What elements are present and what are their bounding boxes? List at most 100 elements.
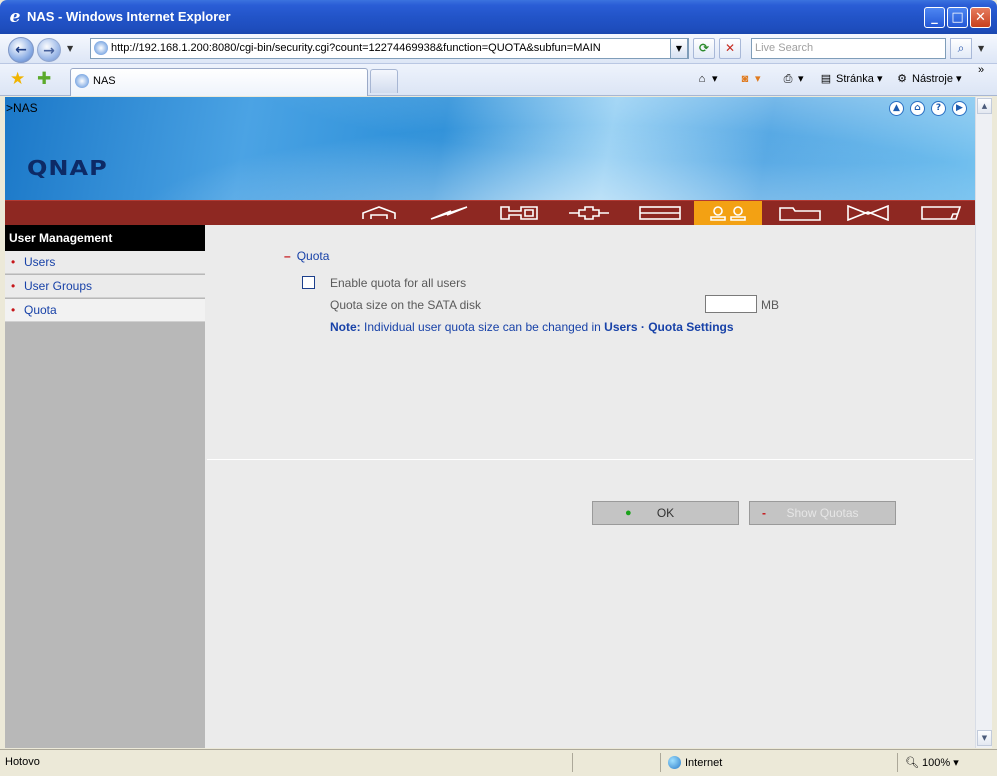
page-viewport: >NAS QNAP ▲ ⌂ ? ▶ User Management • User… (5, 97, 975, 748)
close-button[interactable]: ✕ (970, 7, 991, 28)
nav-home[interactable] (345, 201, 413, 225)
stop-icon[interactable]: ✕ (719, 38, 741, 59)
toolbar-overflow[interactable]: » (978, 64, 984, 76)
banner-wave (5, 97, 975, 200)
nav-share-folder[interactable] (765, 201, 833, 225)
note-link-users[interactable]: Users (604, 320, 637, 334)
bullet-icon: • (11, 303, 16, 317)
home-nav-icon (362, 206, 396, 219)
security-zone[interactable]: Internet (668, 756, 722, 769)
quota-panel: – Quota Enable quota for all users Quota … (205, 225, 975, 748)
nav-device[interactable] (555, 201, 623, 225)
nav-disk[interactable] (625, 201, 693, 225)
tab-toolbar: ★ ✚ NAS ⌂ ▾ ◙ ▾ ⎙ ▾ ▤ Stránka ▾ ⚙ Nástroje ▾ … (0, 64, 997, 96)
collapse-icon[interactable]: – (284, 249, 291, 263)
next-icon[interactable]: ▶ (952, 101, 967, 116)
sidebar-item-label: Quota (24, 303, 57, 317)
zone-label: Internet (685, 757, 723, 769)
quota-size-input[interactable] (705, 295, 757, 313)
help-icon[interactable]: ? (931, 101, 946, 116)
enable-quota-checkbox[interactable] (302, 276, 315, 289)
feeds-icon[interactable]: ◙ ▾ (737, 72, 761, 85)
page-menu[interactable]: ▤ Stránka ▾ (818, 72, 883, 85)
section-title-text: Quota (296, 249, 330, 263)
up-icon[interactable]: ▲ (889, 101, 904, 116)
maximize-button[interactable]: □ (947, 7, 968, 28)
quota-unit: MB (761, 298, 779, 312)
forward-button[interactable]: → (37, 38, 61, 62)
history-dropdown-icon[interactable]: ▼ (67, 44, 73, 53)
sidebar-item-user-groups[interactable]: • User Groups (5, 275, 205, 298)
print-icon[interactable]: ⎙ ▾ (780, 72, 804, 86)
back-button[interactable]: ← (8, 37, 34, 63)
nav-users[interactable] (694, 201, 762, 225)
nav-status[interactable] (907, 201, 975, 225)
dash-icon: - (762, 506, 766, 520)
sidebar-item-label: Users (24, 255, 56, 269)
status-divider (572, 753, 573, 772)
tools-menu[interactable]: ⚙ Nástroje ▾ (894, 72, 961, 85)
tab-label: NAS (93, 75, 116, 87)
globe-icon (668, 756, 681, 769)
status-divider (660, 753, 661, 772)
address-toolbar: ← → ▼ http://192.168.1.200:8080/cgi-bin/… (0, 34, 997, 64)
title-bar: e NAS - Windows Internet Explorer _ □ ✕ (0, 0, 997, 34)
sidebar: User Management • Users • User Groups • … (5, 225, 205, 748)
ok-button-label: OK (656, 506, 675, 520)
sidebar-item-label: User Groups (24, 279, 93, 293)
favorites-star-icon[interactable]: ★ (10, 69, 25, 89)
users-nav-icon (710, 206, 746, 221)
ok-button[interactable]: ● OK (592, 501, 739, 525)
status-nav-icon (921, 206, 962, 220)
tools-menu-label: Nástroje (912, 73, 953, 85)
bullet-icon: • (11, 255, 16, 269)
zoom-control[interactable]: 🔍︎ 100% ▾ (905, 756, 959, 769)
nav-services[interactable] (833, 201, 901, 225)
services-nav-icon (847, 205, 889, 221)
search-input[interactable]: Live Search (751, 38, 946, 59)
address-dropdown-icon[interactable]: ▼ (670, 38, 688, 59)
note-text: Individual user quota size can be change… (360, 320, 605, 334)
new-tab-button[interactable] (370, 69, 398, 93)
ok-dot-icon: ● (625, 507, 632, 519)
add-favorites-icon[interactable]: ✚ (37, 69, 51, 89)
device-nav-icon (569, 206, 609, 220)
scroll-up-icon[interactable]: ▲ (977, 98, 992, 114)
status-bar: Hotovo Internet 🔍︎ 100% ▾ (0, 749, 997, 776)
refresh-icon[interactable]: ⟳ (693, 38, 715, 59)
show-quotas-label: Show Quotas (786, 506, 859, 520)
enable-quota-label: Enable quota for all users (330, 276, 467, 290)
minimize-button[interactable]: _ (924, 7, 945, 28)
scroll-down-icon[interactable]: ▼ (977, 730, 992, 746)
vertical-scrollbar[interactable]: ▲ ▼ (975, 97, 992, 748)
share-folder-nav-icon (779, 207, 821, 221)
bullet-icon: • (11, 279, 16, 293)
nav-network[interactable] (415, 201, 483, 225)
window-title: NAS - Windows Internet Explorer (27, 9, 231, 24)
tab-nas[interactable]: NAS (70, 68, 368, 96)
sidebar-item-users[interactable]: • Users (5, 251, 205, 274)
status-text: Hotovo (5, 756, 40, 768)
search-options-icon[interactable]: ▼ (978, 44, 984, 53)
page-icon (94, 41, 108, 55)
tab-page-icon (75, 74, 89, 88)
quota-size-label: Quota size on the SATA disk (330, 298, 481, 312)
home-command-icon[interactable]: ⌂ ▾ (694, 72, 718, 85)
divider (207, 459, 973, 460)
home-icon[interactable]: ⌂ (910, 101, 925, 116)
nav-system-tools[interactable] (485, 201, 553, 225)
show-quotas-button[interactable]: - Show Quotas (749, 501, 896, 525)
sidebar-item-quota[interactable]: • Quota (5, 299, 205, 322)
address-url: http://192.168.1.200:8080/cgi-bin/securi… (111, 42, 601, 54)
note-prefix: Note: (330, 320, 361, 334)
ie-logo-icon: e (9, 7, 21, 27)
sidebar-heading: User Management (5, 225, 205, 251)
note-link-quota-settings[interactable]: Quota Settings (648, 320, 733, 334)
search-icon[interactable]: ⌕ (950, 38, 972, 59)
section-title: – Quota (284, 249, 329, 263)
disk-nav-icon (639, 206, 681, 220)
zoom-icon: 🔍︎ (905, 757, 919, 769)
zoom-label: 100% (922, 757, 951, 769)
address-input[interactable]: http://192.168.1.200:8080/cgi-bin/securi… (90, 38, 689, 59)
qnap-banner: >NAS QNAP ▲ ⌂ ? ▶ (5, 97, 975, 200)
